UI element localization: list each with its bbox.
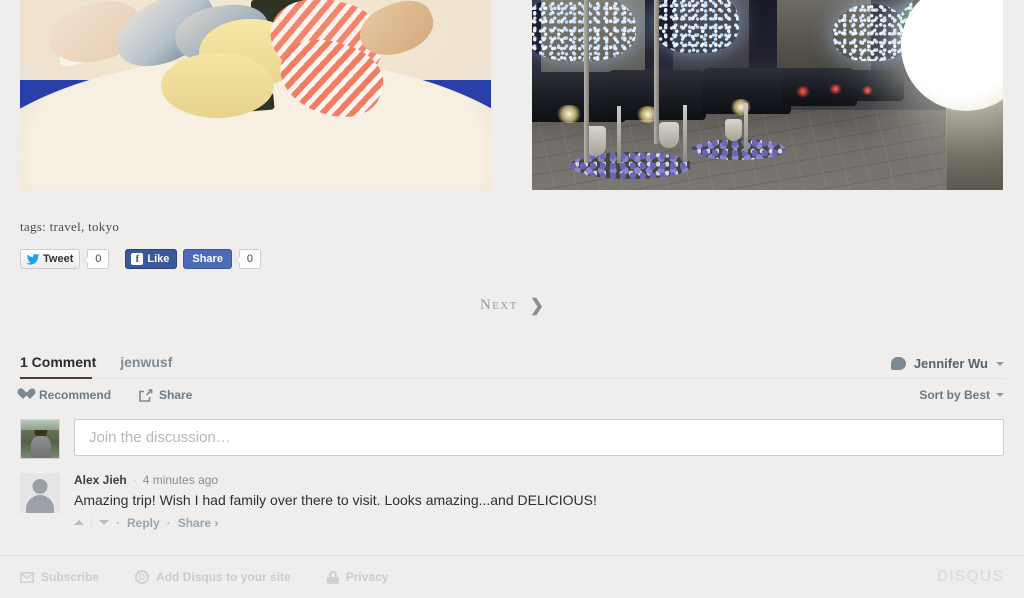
upvote-icon[interactable] [74, 520, 84, 526]
tab-comments[interactable]: 1 Comment [20, 354, 96, 378]
share-icon [139, 388, 153, 402]
street-pole [654, 0, 660, 145]
social-share-row: Tweet 0 f Like Share 0 [20, 249, 261, 269]
add-disqus-label: Add Disqus to your site [156, 570, 291, 584]
tweet-label: Tweet [43, 253, 74, 265]
action-separator: · [166, 515, 171, 530]
disqus-action-bar: Recommend Share Sort by Best [20, 379, 1004, 411]
photo-sushi[interactable] [20, 0, 491, 190]
sort-dropdown[interactable]: Sort by Best [919, 388, 1004, 402]
taillight [795, 85, 810, 97]
chevron-down-icon [996, 393, 1004, 397]
pagination-next[interactable]: Next ❯ [0, 297, 1024, 314]
tweet-count: 0 [83, 249, 110, 269]
recommend-button[interactable]: Recommend [20, 388, 111, 402]
lock-icon [326, 570, 339, 584]
disqus-tab-bar: 1 Comment jenwusf Jennifer Wu [20, 345, 1004, 379]
street-pole [583, 0, 589, 164]
share-label: Share [192, 253, 223, 265]
recommend-label: Recommend [39, 388, 112, 402]
chevron-down-icon [996, 361, 1004, 366]
tab-site-name[interactable]: jenwusf [120, 354, 172, 378]
facebook-share-button[interactable]: Share [183, 249, 232, 269]
share-button[interactable]: Share [139, 388, 192, 402]
comment-separator: · [132, 473, 137, 487]
avatar-background [21, 420, 59, 430]
comment-body: Alex Jieh · 4 minutes ago Amazing trip! … [74, 473, 1004, 530]
twitter-bird-icon [26, 253, 40, 265]
disqus-logo: DISQUS [936, 568, 1004, 585]
sort-label: Sort by Best [919, 388, 990, 402]
commenter-avatar[interactable] [20, 473, 60, 513]
heart-icon [20, 389, 33, 401]
disqus-d-icon: D [135, 570, 150, 584]
headlight [555, 104, 582, 123]
comment-input[interactable] [87, 428, 991, 447]
tweet-button[interactable]: Tweet [20, 249, 81, 269]
taillight [828, 83, 842, 94]
downvote-icon[interactable] [99, 520, 109, 526]
illuminated-tree [833, 3, 909, 61]
facebook-like-button[interactable]: f Like [125, 249, 178, 269]
comment-text: Amazing trip! Wish I had family over the… [74, 492, 597, 508]
chevron-right-icon: ❯ [529, 296, 545, 315]
bollard [659, 122, 680, 149]
sushi-piece [161, 53, 275, 118]
next-label: Next [479, 297, 518, 313]
envelope-icon [20, 571, 34, 583]
comment-header: Alex Jieh · 4 minutes ago [74, 473, 1004, 487]
comment-actions: · Reply · Share › [74, 516, 1004, 530]
current-user-avatar[interactable] [20, 419, 60, 459]
like-label: Like [147, 253, 170, 265]
comment-compose-row [20, 419, 1004, 459]
avatar-figure [30, 435, 51, 458]
privacy-label: Privacy [345, 570, 389, 584]
reply-link[interactable]: Reply [127, 516, 160, 530]
comment-author[interactable]: Alex Jieh [74, 473, 127, 487]
disqus-user-name: Jennifer Wu [913, 356, 988, 371]
comment-input-wrapper[interactable] [74, 419, 1004, 456]
illuminated-tree [654, 0, 740, 54]
facebook-share-count: 0 [234, 249, 261, 269]
disqus-comments-widget: 1 Comment jenwusf Jennifer Wu Recommend [0, 345, 1024, 530]
page-root: tags: travel, tokyo Tweet 0 f Like Share… [0, 0, 1024, 598]
bollard [725, 118, 743, 141]
flower-bed [692, 138, 787, 160]
comment-share-link[interactable]: Share › [178, 516, 219, 530]
privacy-button[interactable]: Privacy [326, 570, 389, 584]
subscribe-label: Subscribe [41, 570, 100, 584]
photo-gallery [20, 0, 1004, 190]
taillight [861, 85, 873, 95]
taxi [842, 70, 905, 101]
vote-divider [91, 516, 92, 529]
disqus-user-menu[interactable]: Jennifer Wu [890, 356, 1004, 371]
headlight [729, 98, 752, 115]
comment-timestamp: 4 minutes ago [142, 473, 219, 487]
railing-post [743, 102, 748, 152]
disqus-footer: Subscribe D Add Disqus to your site Priv… [0, 555, 1024, 598]
comment-item: Alex Jieh · 4 minutes ago Amazing trip! … [20, 473, 1004, 530]
share-label: Share [159, 388, 193, 402]
railing-post [616, 106, 621, 164]
speech-bubble-icon [890, 357, 906, 370]
subscribe-button[interactable]: Subscribe [20, 570, 99, 584]
photo-street[interactable] [532, 0, 1003, 190]
action-separator: · [116, 515, 120, 530]
railing-post [682, 104, 687, 162]
add-disqus-button[interactable]: D Add Disqus to your site [135, 570, 291, 584]
post-tags: tags: travel, tokyo [20, 219, 120, 234]
facebook-icon: f [131, 253, 144, 265]
